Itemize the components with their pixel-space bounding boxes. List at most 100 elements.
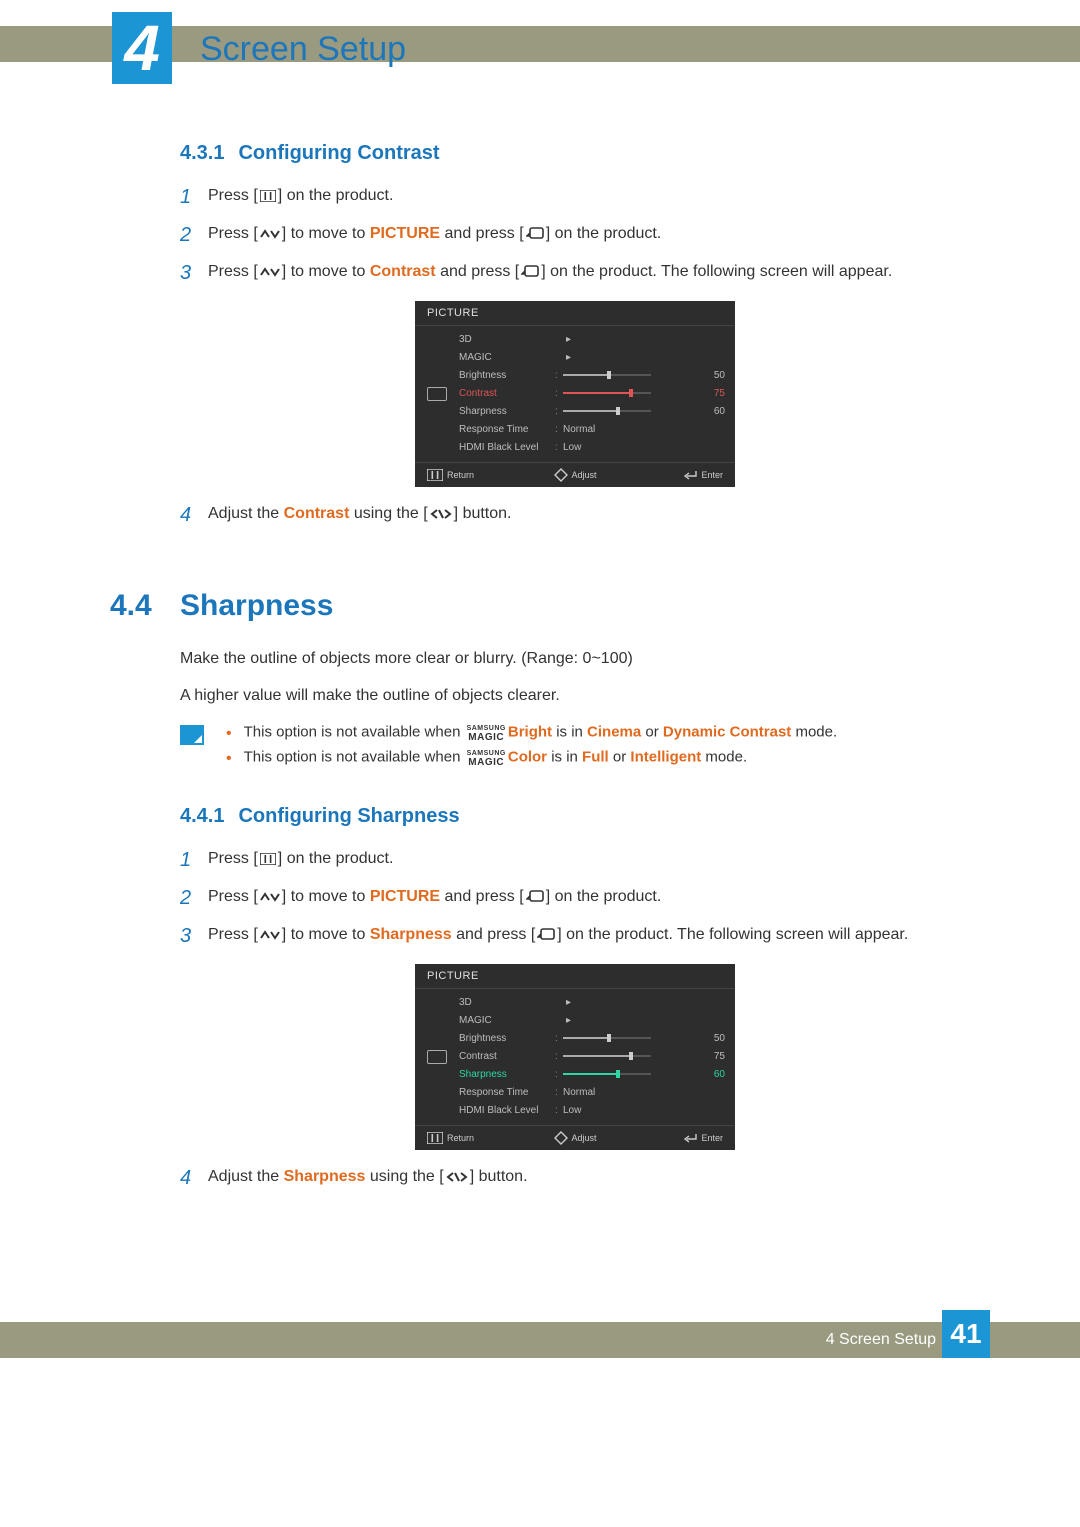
osd-screenshot-sharpness: PICTURE 3D▸ MAGIC▸ Brightness:50 Contras… [415,964,735,1150]
osd-row-brightness: Brightness:50 [459,1029,725,1047]
step-number: 3 [180,922,208,950]
bullet-icon: • [226,748,232,767]
section-44-heading: 4.4 Sharpness [110,589,970,623]
osd-category-icon [415,326,459,462]
updown-icon [258,266,282,278]
note-item: • This option is not available when SAMS… [226,723,837,742]
steps-441: 1 Press [] on the product. 2 Press [] to… [180,846,970,950]
subsection-number: 4.4.1 [180,805,224,827]
subsection-title: Configuring Sharpness [238,805,459,827]
leftright-icon [428,508,454,520]
osd-footer-enter: Enter [624,468,723,482]
note-item: • This option is not available when SAMS… [226,748,837,767]
updown-icon [258,228,282,240]
osd-footer-adjust: Adjust [526,468,625,482]
enter-icon [535,928,557,942]
chapter-number: 4 [124,16,160,80]
leftright-icon [444,1171,470,1183]
section-title: Sharpness [180,589,333,623]
samsung-magic-logo: SAMSUNGMAGIC [465,748,508,767]
osd-row-magic: MAGIC▸ [459,348,725,366]
note-block: • This option is not available when SAMS… [180,723,970,773]
menu-icon [427,469,443,481]
step-text: Press [] to move to Sharpness and press … [208,922,970,946]
osd-row-magic: MAGIC▸ [459,1011,725,1029]
osd-title: PICTURE [415,301,735,326]
step-number: 1 [180,183,208,211]
step-1: 1 Press [] on the product. [180,846,970,874]
enter-icon [524,227,546,241]
step-text: Press [] to move to PICTURE and press []… [208,884,970,908]
osd-title: PICTURE [415,964,735,989]
osd-footer-enter: Enter [624,1131,723,1145]
osd-row-brightness: Brightness:50 [459,366,725,384]
step-number: 2 [180,221,208,249]
steps-441-cont: 4 Adjust the Sharpness using the [] butt… [180,1164,970,1192]
step-3: 3 Press [] to move to Sharpness and pres… [180,922,970,950]
chevron-right-icon: ▸ [555,1015,571,1026]
step-text: Adjust the Sharpness using the [] button… [208,1164,970,1188]
step-3: 3 Press [] to move to Contrast and press… [180,259,970,287]
step-4: 4 Adjust the Contrast using the [] butto… [180,501,970,529]
subsection-431-heading: 4.3.1 Configuring Contrast [180,142,970,165]
osd-row-3d: 3D▸ [459,330,725,348]
updown-icon [258,891,282,903]
osd-row-sharpness: Sharpness:60 [459,402,725,420]
osd-row-contrast: Contrast:75 [459,1047,725,1065]
page-number: 41 [950,1318,981,1350]
paragraph: Make the outline of objects more clear o… [180,647,970,670]
step-2: 2 Press [] to move to PICTURE and press … [180,884,970,912]
steps-431-cont: 4 Adjust the Contrast using the [] butto… [180,501,970,529]
subsection-number: 4.3.1 [180,142,224,164]
chapter-title: Screen Setup [200,30,406,69]
return-icon [682,469,698,481]
menu-icon [427,1132,443,1144]
osd-footer: Return Adjust Enter [415,1125,735,1150]
osd-screenshot-contrast: PICTURE 3D▸ MAGIC▸ Brightness:50 Contras… [415,301,735,487]
step-1: 1 Press [] on the product. [180,183,970,211]
enter-icon [524,890,546,904]
menu-icon [258,190,278,202]
chevron-right-icon: ▸ [555,997,571,1008]
osd-row-hdmi: HDMI Black Level:Low [459,1101,725,1119]
enter-icon [519,265,541,279]
page-header: 4 Screen Setup [0,0,1080,82]
osd-row-response: Response Time:Normal [459,420,725,438]
step-number: 1 [180,846,208,874]
step-number: 4 [180,501,208,529]
chevron-right-icon: ▸ [555,352,571,363]
osd-footer-return: Return [427,468,526,482]
paragraph: A higher value will make the outline of … [180,684,970,707]
updown-icon [258,929,282,941]
adjust-icon [554,1131,568,1145]
chevron-right-icon: ▸ [555,334,571,345]
page-footer: 4 Screen Setup 41 [0,1322,1080,1358]
return-icon [682,1132,698,1144]
page-number-box: 41 [942,1310,990,1358]
bullet-icon: • [226,723,232,742]
subsection-title: Configuring Contrast [238,142,439,164]
step-4: 4 Adjust the Sharpness using the [] butt… [180,1164,970,1192]
chapter-number-box: 4 [112,12,172,84]
osd-row-3d: 3D▸ [459,993,725,1011]
footer-text: 4 Screen Setup [826,1331,936,1349]
osd-row-contrast: Contrast:75 [459,384,725,402]
step-number: 4 [180,1164,208,1192]
osd-footer: Return Adjust Enter [415,462,735,487]
osd-row-response: Response Time:Normal [459,1083,725,1101]
section-number: 4.4 [110,589,180,623]
step-text: Press [] to move to PICTURE and press []… [208,221,970,245]
adjust-icon [554,468,568,482]
osd-row-hdmi: HDMI Black Level:Low [459,438,725,456]
osd-footer-return: Return [427,1131,526,1145]
steps-431: 1 Press [] on the product. 2 Press [] to… [180,183,970,287]
note-icon [180,725,204,745]
subsection-441-heading: 4.4.1 Configuring Sharpness [180,805,970,828]
step-number: 3 [180,259,208,287]
step-number: 2 [180,884,208,912]
step-2: 2 Press [] to move to PICTURE and press … [180,221,970,249]
samsung-magic-logo: SAMSUNGMAGIC [465,723,508,742]
step-text: Press [] on the product. [208,183,970,207]
step-text: Press [] to move to Contrast and press [… [208,259,970,283]
step-text: Press [] on the product. [208,846,970,870]
